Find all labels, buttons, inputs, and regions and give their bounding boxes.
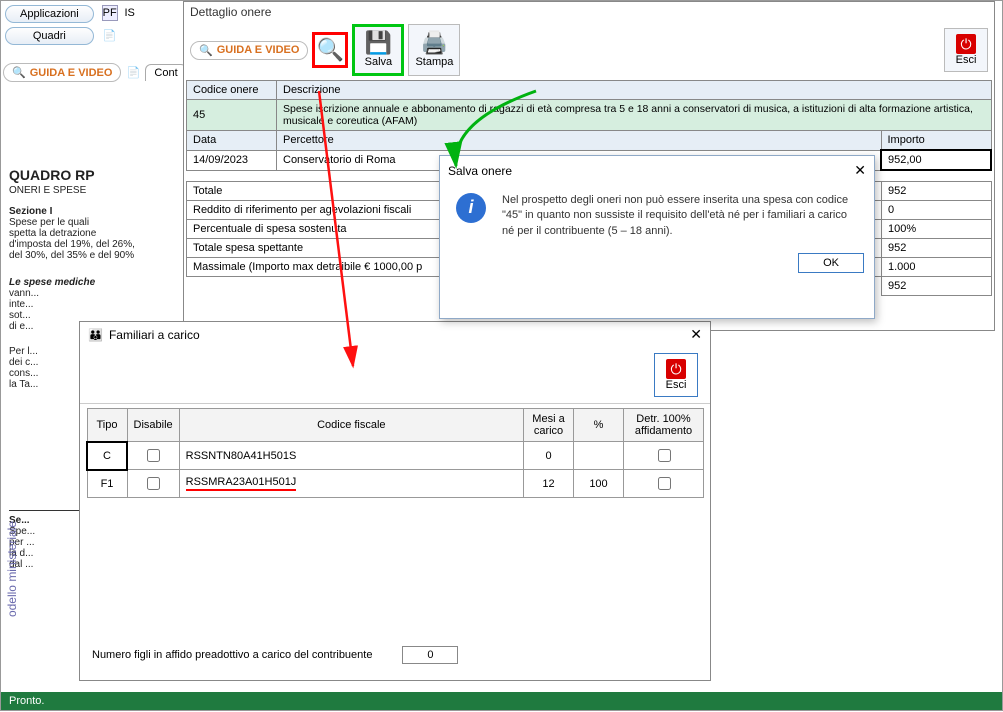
cell-disabile[interactable]	[127, 442, 179, 470]
cell-cf: RSSNTN80A41H501S	[179, 442, 523, 470]
note: inte...	[9, 299, 179, 310]
last-value: 952	[882, 277, 992, 296]
quadri-button[interactable]: Quadri	[5, 27, 94, 45]
col-descrizione: Descrizione	[277, 81, 992, 100]
vertical-label: odello ministeriale	[5, 521, 19, 617]
salva-onere-dialog: Salva onere ✕ i Nel prospetto degli oner…	[439, 155, 875, 319]
modal-message: Nel prospetto degli oneri non può essere…	[502, 193, 858, 239]
cell-mesi: 12	[524, 470, 574, 498]
detr-checkbox[interactable]	[658, 449, 671, 462]
perc-value: 100%	[882, 220, 992, 239]
status-bar: Pronto.	[1, 692, 1002, 710]
sez-desc: spetta la detrazione	[9, 228, 179, 239]
cell-importo[interactable]: 952,00	[881, 150, 991, 170]
esci-label: Esci	[666, 379, 687, 391]
note: Le spese mediche	[9, 277, 179, 288]
totale-value: 952	[882, 182, 992, 201]
esci-label: Esci	[956, 54, 977, 66]
detr-checkbox[interactable]	[658, 477, 671, 490]
cell-tipo: C	[87, 442, 127, 470]
power-icon: ⏻	[666, 359, 686, 379]
sez-desc: Spese per le quali	[9, 217, 179, 228]
cell-perc	[574, 442, 624, 470]
info-icon: i	[456, 193, 486, 223]
cell-detr[interactable]	[624, 442, 704, 470]
pdf-icon[interactable]: 📄	[102, 27, 118, 43]
cell-cf: RSSMRA23A01H501J	[179, 470, 523, 498]
search-button[interactable]: 🔍	[312, 32, 348, 68]
status-text: Pronto.	[9, 695, 44, 707]
quadro-subtitle: ONERI E SPESE	[9, 185, 179, 196]
guida-video-button-detail[interactable]: 🔍 GUIDA E VIDEO	[190, 41, 308, 60]
col-cf: Codice fiscale	[179, 409, 523, 442]
sez-desc: d'imposta del 19%, del 26%,	[9, 239, 179, 250]
disabile-checkbox[interactable]	[147, 477, 160, 490]
close-icon[interactable]: ✕	[854, 162, 866, 179]
disabile-checkbox[interactable]	[147, 449, 160, 462]
note: sot...	[9, 310, 179, 321]
esci-button-detail[interactable]: ⏻ Esci	[944, 28, 988, 72]
guida-video-label: GUIDA E VIDEO	[30, 67, 113, 79]
search-icon: 🔍	[12, 66, 26, 79]
salva-label: Salva	[365, 56, 393, 68]
ok-button[interactable]: OK	[798, 253, 864, 273]
col-disabile: Disabile	[127, 409, 179, 442]
fam-bottom-label: Numero figli in affido preadottivo a car…	[92, 649, 372, 661]
cell-tipo: F1	[87, 470, 127, 498]
close-icon[interactable]: ✕	[690, 326, 702, 343]
search-icon: 🔍	[199, 44, 213, 57]
col-codice: Codice onere	[187, 81, 277, 100]
print-icon: 🖨️	[421, 32, 448, 54]
stampa-button[interactable]: 🖨️ Stampa	[408, 24, 460, 76]
cell-data[interactable]: 14/09/2023	[187, 150, 277, 170]
salva-button[interactable]: 💾 Salva	[352, 24, 404, 76]
col-data: Data	[187, 131, 277, 151]
pf-badge: PF	[102, 5, 118, 21]
tab-cont[interactable]: Cont	[145, 64, 186, 81]
col-tipo: Tipo	[87, 409, 127, 442]
col-mesi: Mesi a carico	[524, 409, 574, 442]
fam-title: Familiari a carico	[109, 328, 200, 342]
guida-video-button-main[interactable]: 🔍 GUIDA E VIDEO	[3, 63, 121, 82]
table-row[interactable]: C RSSNTN80A41H501S 0	[87, 442, 704, 470]
is-badge: IS	[122, 5, 138, 21]
magnifier-icon: 🔍	[317, 39, 344, 61]
power-icon: ⏻	[956, 34, 976, 54]
reddito-value: 0	[882, 201, 992, 220]
detail-title: Dettaglio onere	[184, 2, 994, 22]
cell-perc: 100	[574, 470, 624, 498]
familiari-carico-window: 👪 Familiari a carico ✕ ⏻ Esci Tipo Disab…	[79, 321, 711, 681]
spettante-value: 952	[882, 239, 992, 258]
sezione-label: Sezione I	[9, 206, 179, 217]
family-icon: 👪	[88, 328, 103, 342]
quadro-title: QUADRO RP	[9, 167, 179, 183]
col-importo: Importo	[881, 131, 991, 151]
col-perc: %	[574, 409, 624, 442]
helper-icon[interactable]: 📄	[125, 65, 141, 81]
modal-title: Salva onere	[448, 164, 512, 178]
stampa-label: Stampa	[415, 56, 453, 68]
sez-desc: del 30%, del 35% e del 90%	[9, 250, 179, 261]
num-figli-input[interactable]	[402, 646, 458, 664]
save-icon: 💾	[365, 32, 392, 54]
applicazioni-button[interactable]: Applicazioni	[5, 5, 94, 23]
col-detr: Detr. 100% affidamento	[624, 409, 704, 442]
note: vann...	[9, 288, 179, 299]
esci-button-fam[interactable]: ⏻ Esci	[654, 353, 698, 397]
table-row[interactable]: F1 RSSMRA23A01H501J 12 100	[87, 470, 704, 498]
cell-descrizione: Spese iscrizione annuale e abbonamento d…	[277, 100, 992, 131]
cell-mesi: 0	[524, 442, 574, 470]
cell-detr[interactable]	[624, 470, 704, 498]
cell-codice[interactable]: 45	[187, 100, 277, 131]
col-percettore: Percettore	[277, 131, 882, 151]
guida-video-label: GUIDA E VIDEO	[217, 44, 300, 56]
cell-disabile[interactable]	[127, 470, 179, 498]
max-value: 1.000	[882, 258, 992, 277]
